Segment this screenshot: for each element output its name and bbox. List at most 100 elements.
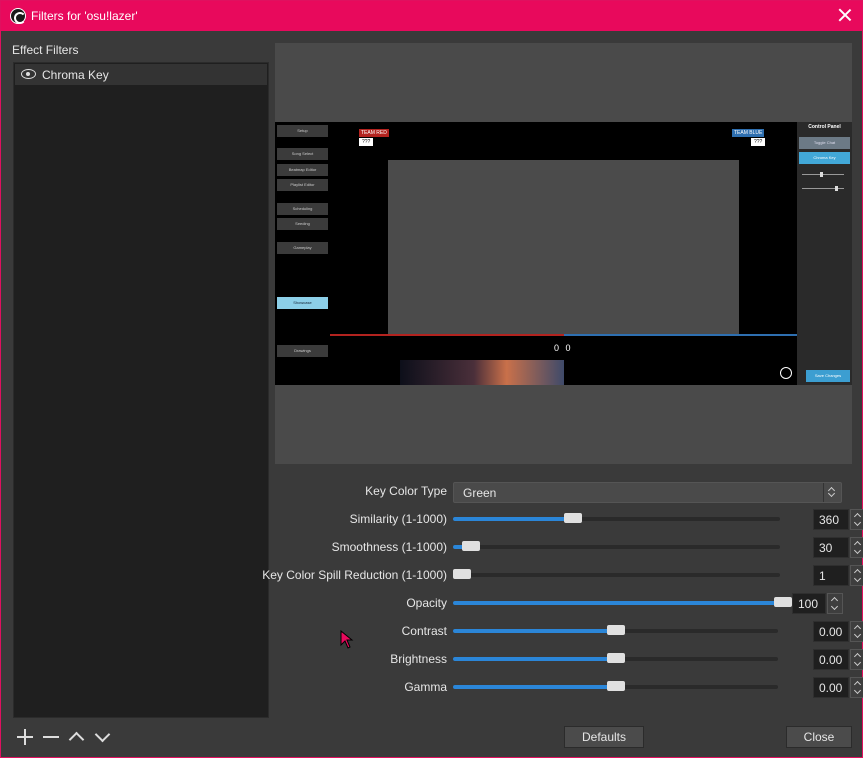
smoothness-row: Smoothness (1-1000) 30 bbox=[275, 535, 863, 558]
opacity-spinbox[interactable]: 100 bbox=[792, 593, 826, 614]
smoothness-value: 30 bbox=[819, 541, 833, 555]
preview-button: Showcase bbox=[277, 297, 328, 309]
contrast-value: 0.00 bbox=[819, 625, 843, 639]
spill-spinbox[interactable]: 1 bbox=[813, 565, 849, 586]
contrast-slider-handle[interactable] bbox=[607, 625, 625, 635]
gamma-slider-handle[interactable] bbox=[607, 681, 625, 691]
similarity-stepper-arrows-icon[interactable] bbox=[850, 509, 863, 530]
obs-logo-icon bbox=[10, 8, 26, 24]
mouse-pointer-icon bbox=[340, 630, 354, 649]
save-changes-button: Save Changes bbox=[806, 370, 850, 382]
key-color-type-select[interactable]: Green bbox=[453, 482, 842, 503]
gamma-label: Gamma bbox=[404, 680, 447, 694]
brightness-spinbox[interactable]: 0.00 bbox=[813, 649, 849, 670]
plus-icon[interactable] bbox=[15, 727, 35, 747]
gamma-slider-fill bbox=[453, 685, 616, 689]
control-panel-button: Toggle Chat bbox=[799, 137, 850, 149]
contrast-label: Contrast bbox=[401, 624, 447, 638]
spill-slider-handle[interactable] bbox=[453, 569, 471, 579]
smoothness-slider-handle[interactable] bbox=[462, 541, 480, 551]
spill-label: Key Color Spill Reduction (1-1000) bbox=[262, 568, 447, 582]
osu-logo-icon bbox=[780, 367, 792, 379]
spill-value: 1 bbox=[819, 569, 826, 583]
similarity-spinbox[interactable]: 360 bbox=[813, 509, 849, 530]
opacity-slider-handle[interactable] bbox=[774, 597, 792, 607]
team-red-score: ??? bbox=[359, 138, 374, 146]
brightness-slider-handle[interactable] bbox=[607, 653, 625, 663]
brightness-slider-fill bbox=[453, 657, 616, 661]
preview-area: Setup Song Select Beatmap Editor Playlis… bbox=[275, 43, 852, 464]
eye-icon[interactable] bbox=[21, 69, 36, 79]
brightness-slider[interactable] bbox=[453, 653, 778, 663]
blue-score-bar bbox=[564, 334, 797, 336]
team-red-label: TEAM RED bbox=[359, 129, 389, 137]
spill-row: Key Color Spill Reduction (1-1000) 1 bbox=[262, 563, 863, 586]
close-window-icon[interactable] bbox=[837, 7, 853, 23]
minus-icon[interactable] bbox=[41, 727, 61, 747]
close-button[interactable]: Close bbox=[786, 726, 852, 748]
control-panel-slider bbox=[802, 172, 844, 177]
filter-list[interactable]: Chroma Key bbox=[13, 62, 269, 718]
similarity-value: 360 bbox=[819, 513, 840, 527]
key-color-type-row: Key Color Type Green bbox=[275, 479, 852, 503]
gamma-value: 0.00 bbox=[819, 681, 843, 695]
gamma-stepper-arrows-icon[interactable] bbox=[850, 677, 863, 698]
title-bar: Filters for 'osu!lazer' bbox=[1, 1, 862, 31]
smoothness-stepper-arrows-icon[interactable] bbox=[850, 537, 863, 558]
key-color-type-value: Green bbox=[463, 486, 497, 500]
brightness-row: Brightness 0.00 bbox=[275, 647, 863, 670]
team-blue-label: TEAM BLUE bbox=[732, 129, 765, 137]
contrast-spinbox[interactable]: 0.00 bbox=[813, 621, 849, 642]
brightness-label: Brightness bbox=[390, 652, 447, 666]
opacity-stepper-arrows-icon[interactable] bbox=[827, 593, 843, 614]
preview-button: Playlist Editor bbox=[277, 179, 328, 191]
similarity-slider-fill bbox=[453, 517, 573, 521]
preview-button: Gameplay bbox=[277, 242, 328, 254]
opacity-row: Opacity 100 bbox=[275, 591, 852, 614]
similarity-slider-handle[interactable] bbox=[564, 513, 582, 523]
chevron-up-icon[interactable] bbox=[67, 727, 87, 747]
smoothness-spinbox[interactable]: 30 bbox=[813, 537, 849, 558]
preview-button: Drawings bbox=[277, 345, 328, 357]
source-preview: Setup Song Select Beatmap Editor Playlis… bbox=[275, 122, 797, 385]
key-color-type-label: Key Color Type bbox=[365, 484, 447, 498]
preview-button: Setup bbox=[277, 125, 328, 137]
preview-button: Seeding bbox=[277, 218, 328, 230]
preview-button: Beatmap Editor bbox=[277, 164, 328, 176]
opacity-label: Opacity bbox=[406, 596, 447, 610]
contrast-row: Contrast 0.00 bbox=[275, 619, 863, 642]
filter-item-chroma-key[interactable]: Chroma Key bbox=[15, 64, 267, 85]
effect-filters-heading: Effect Filters bbox=[12, 43, 79, 57]
gamma-slider[interactable] bbox=[453, 681, 778, 691]
control-panel-button: Chroma Key bbox=[799, 152, 850, 164]
gamma-row: Gamma 0.00 bbox=[275, 675, 863, 698]
control-panel-title: Control Panel bbox=[808, 124, 841, 130]
defaults-button[interactable]: Defaults bbox=[564, 726, 644, 748]
gamma-spinbox[interactable]: 0.00 bbox=[813, 677, 849, 698]
score-display: 0 0 bbox=[554, 343, 573, 353]
team-blue-score: ??? bbox=[751, 138, 766, 146]
opacity-slider-fill bbox=[453, 601, 783, 605]
contrast-slider-fill bbox=[453, 629, 616, 633]
similarity-row: Similarity (1-1000) 360 bbox=[275, 507, 863, 530]
opacity-slider[interactable] bbox=[453, 597, 792, 607]
chevron-down-icon[interactable] bbox=[93, 727, 113, 747]
similarity-slider[interactable] bbox=[453, 513, 780, 523]
red-score-bar bbox=[330, 334, 564, 336]
control-panel-slider bbox=[802, 186, 844, 191]
updown-arrows-icon bbox=[823, 483, 841, 502]
filters-window: Filters for 'osu!lazer' Effect Filters C… bbox=[0, 0, 863, 758]
contrast-stepper-arrows-icon[interactable] bbox=[850, 621, 863, 642]
window-title: Filters for 'osu!lazer' bbox=[31, 9, 138, 23]
brightness-stepper-arrows-icon[interactable] bbox=[850, 649, 863, 670]
contrast-slider[interactable] bbox=[453, 625, 778, 635]
spill-stepper-arrows-icon[interactable] bbox=[850, 565, 863, 586]
gameplay-area bbox=[388, 160, 739, 336]
filter-item-label: Chroma Key bbox=[42, 68, 109, 82]
control-panel: Control Panel Toggle Chat Chroma Key bbox=[797, 122, 852, 385]
smoothness-slider[interactable] bbox=[453, 541, 780, 551]
spill-slider[interactable] bbox=[453, 569, 780, 579]
smoothness-label: Smoothness (1-1000) bbox=[331, 540, 447, 554]
beatmap-background bbox=[400, 360, 564, 385]
preview-button: Scheduling bbox=[277, 203, 328, 215]
